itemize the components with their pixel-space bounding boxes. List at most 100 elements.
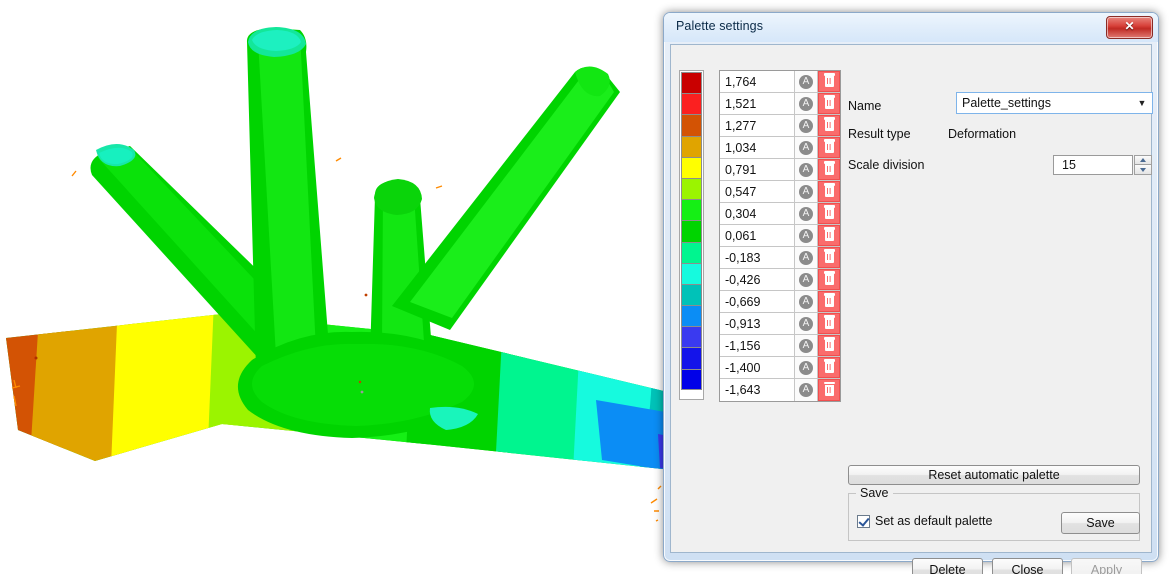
save-group-label: Save bbox=[856, 486, 893, 500]
colorbar-segment bbox=[681, 177, 702, 200]
auto-circle-a-icon[interactable] bbox=[795, 137, 818, 158]
palette-value[interactable]: -0,426 bbox=[720, 269, 795, 290]
scale-division-label: Scale division bbox=[848, 158, 925, 172]
colorbar-segment bbox=[681, 156, 702, 178]
auto-circle-a-icon[interactable] bbox=[795, 159, 818, 180]
dialog-title: Palette settings bbox=[676, 19, 764, 33]
trash-icon[interactable] bbox=[818, 159, 840, 180]
model-render bbox=[6, 27, 672, 522]
colorbar-segment bbox=[681, 135, 702, 157]
apply-button: Apply bbox=[1071, 558, 1142, 574]
table-row[interactable]: 0,061 bbox=[720, 225, 840, 247]
auto-circle-a-icon[interactable] bbox=[795, 291, 818, 312]
spinner-up-icon[interactable] bbox=[1134, 155, 1152, 165]
trash-icon[interactable] bbox=[818, 269, 840, 290]
chevron-down-icon[interactable]: ▼ bbox=[1132, 93, 1152, 113]
palette-value[interactable]: 0,061 bbox=[720, 225, 795, 246]
auto-circle-a-icon[interactable] bbox=[795, 203, 818, 224]
palette-value-list: 1,764 1,521 1,277 1,034 bbox=[719, 70, 841, 402]
table-row[interactable]: 0,791 bbox=[720, 159, 840, 181]
palette-value[interactable]: -0,913 bbox=[720, 313, 795, 334]
result-type-label: Result type bbox=[848, 127, 911, 141]
trash-icon[interactable] bbox=[818, 291, 840, 312]
colorbar-segment bbox=[681, 72, 702, 94]
palette-value[interactable]: -0,183 bbox=[720, 247, 795, 268]
trash-icon[interactable] bbox=[818, 181, 840, 202]
trash-icon[interactable] bbox=[818, 71, 840, 92]
table-row[interactable]: -0,669 bbox=[720, 291, 840, 313]
palette-value[interactable]: -1,400 bbox=[720, 357, 795, 378]
table-row[interactable]: -0,183 bbox=[720, 247, 840, 269]
auto-circle-a-icon[interactable] bbox=[795, 247, 818, 268]
trash-icon[interactable] bbox=[818, 225, 840, 246]
palette-colorbar bbox=[679, 70, 704, 400]
table-row[interactable]: -1,400 bbox=[720, 357, 840, 379]
trash-icon[interactable] bbox=[818, 93, 840, 114]
palette-value[interactable]: 0,791 bbox=[720, 159, 795, 180]
auto-circle-a-icon[interactable] bbox=[795, 335, 818, 356]
auto-circle-a-icon[interactable] bbox=[795, 93, 818, 114]
trash-icon[interactable] bbox=[818, 115, 840, 136]
auto-circle-a-icon[interactable] bbox=[795, 71, 818, 92]
trash-icon[interactable] bbox=[818, 335, 840, 356]
trash-icon[interactable] bbox=[818, 247, 840, 268]
table-row[interactable]: -0,426 bbox=[720, 269, 840, 291]
auto-circle-a-icon[interactable] bbox=[795, 357, 818, 378]
colorbar-segment bbox=[681, 93, 702, 115]
table-row[interactable]: 1,764 bbox=[720, 71, 840, 93]
colorbar-segment bbox=[681, 347, 702, 369]
palette-name-select[interactable]: Palette_settings ▼ bbox=[956, 92, 1153, 114]
table-row[interactable]: 0,547 bbox=[720, 181, 840, 203]
trash-icon[interactable] bbox=[818, 137, 840, 158]
trash-icon[interactable] bbox=[818, 203, 840, 224]
table-row[interactable]: 1,277 bbox=[720, 115, 840, 137]
auto-circle-a-icon[interactable] bbox=[795, 313, 818, 334]
trash-icon[interactable] bbox=[818, 379, 840, 401]
trash-icon[interactable] bbox=[818, 357, 840, 378]
colorbar-segment bbox=[681, 262, 702, 284]
table-row[interactable]: 0,304 bbox=[720, 203, 840, 225]
palette-value[interactable]: 0,304 bbox=[720, 203, 795, 224]
palette-settings-dialog: Palette settings ✕ 1,764 A 1,521 A 1,277… bbox=[663, 12, 1159, 574]
table-row[interactable]: -1,643 bbox=[720, 379, 840, 401]
checkbox-checked-icon bbox=[857, 514, 870, 528]
result-type-value: Deformation bbox=[948, 127, 1017, 141]
palette-value[interactable]: -0,669 bbox=[720, 291, 795, 312]
palette-value[interactable]: -1,156 bbox=[720, 335, 795, 356]
save-button[interactable]: Save bbox=[1061, 512, 1140, 534]
set-default-palette-label: Set as default palette bbox=[875, 514, 993, 528]
dialog-titlebar[interactable]: Palette settings ✕ bbox=[664, 13, 1158, 42]
delete-button[interactable]: Delete bbox=[912, 558, 983, 574]
close-button[interactable]: Close bbox=[992, 558, 1063, 574]
auto-circle-a-icon[interactable] bbox=[795, 269, 818, 290]
close-x-glyph: ✕ bbox=[1124, 19, 1135, 33]
auto-circle-a-icon[interactable] bbox=[795, 379, 818, 401]
colorbar-segment bbox=[681, 199, 702, 221]
palette-name-value: Palette_settings bbox=[962, 96, 1051, 110]
colorbar-segment bbox=[681, 368, 702, 390]
table-row[interactable]: 1,521 bbox=[720, 93, 840, 115]
table-row[interactable]: -0,913 bbox=[720, 313, 840, 335]
colorbar-segment bbox=[681, 114, 702, 136]
palette-value[interactable]: 1,764 bbox=[720, 71, 795, 92]
trash-icon[interactable] bbox=[818, 313, 840, 334]
auto-circle-a-icon[interactable] bbox=[795, 115, 818, 136]
spinner-down-icon[interactable] bbox=[1134, 165, 1152, 175]
auto-circle-a-icon[interactable] bbox=[795, 181, 818, 202]
palette-value[interactable]: 1,521 bbox=[720, 93, 795, 114]
colorbar-segment bbox=[681, 220, 702, 242]
name-label: Name bbox=[848, 99, 882, 113]
close-icon[interactable]: ✕ bbox=[1106, 16, 1153, 39]
palette-value[interactable]: -1,643 bbox=[720, 379, 795, 401]
table-row[interactable]: 1,034 bbox=[720, 137, 840, 159]
auto-circle-a-icon[interactable] bbox=[795, 225, 818, 246]
palette-value[interactable]: 0,547 bbox=[720, 181, 795, 202]
set-default-palette-checkbox[interactable]: Set as default palette bbox=[857, 514, 992, 528]
scale-division-input[interactable]: 15 bbox=[1053, 155, 1133, 175]
palette-value[interactable]: 1,277 bbox=[720, 115, 795, 136]
model-viewport[interactable] bbox=[0, 0, 680, 574]
table-row[interactable]: -1,156 bbox=[720, 335, 840, 357]
reset-automatic-palette-button[interactable]: Reset automatic palette bbox=[848, 465, 1140, 485]
scale-division-stepper[interactable] bbox=[1134, 155, 1152, 175]
palette-value[interactable]: 1,034 bbox=[720, 137, 795, 158]
